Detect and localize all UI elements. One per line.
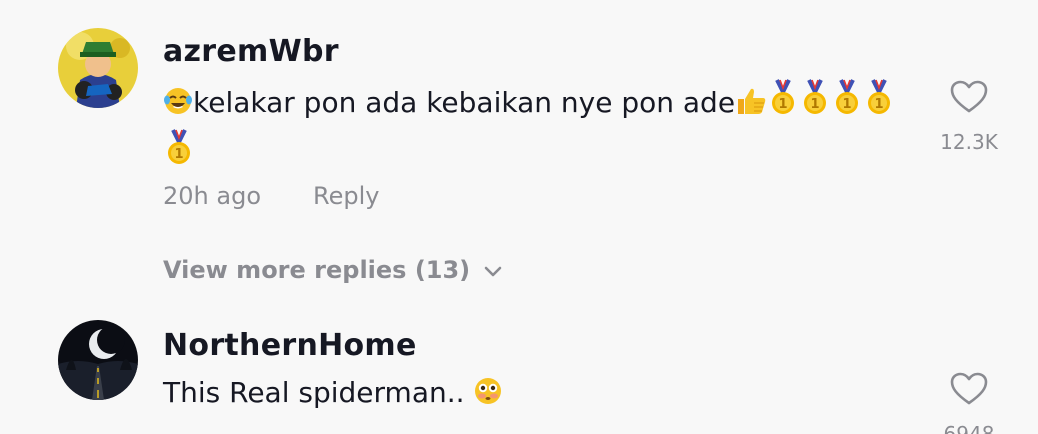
comment-text: This Real spiderman.. (163, 372, 923, 418)
svg-text:1: 1 (843, 97, 852, 112)
comment-text: kelakar pon ada kebaikan nye pon ade 1 1… (163, 78, 923, 178)
comments-page: azremWbr kelakar pon ada kebaikan nye po… (0, 0, 1038, 434)
comment-meta: 20h ago Reply (163, 182, 379, 210)
like-control[interactable]: 12.3K (934, 80, 1004, 154)
avatar[interactable] (58, 28, 138, 108)
svg-text:1: 1 (779, 97, 788, 112)
like-control[interactable]: 6948 (934, 372, 1004, 434)
chevron-down-icon (484, 256, 502, 284)
comment-item: NorthernHome This Real spiderman.. 6948 (0, 318, 1038, 434)
comment-item: azremWbr kelakar pon ada kebaikan nye po… (0, 0, 1038, 284)
avatar[interactable] (58, 320, 138, 400)
first-place-medal-emoji: 1 (799, 78, 831, 128)
heart-outline-icon[interactable] (934, 372, 1004, 410)
first-place-medal-emoji: 1 (163, 128, 195, 178)
username[interactable]: NorthernHome (163, 328, 417, 363)
timestamp: 20h ago (163, 182, 262, 210)
first-place-medal-emoji: 1 (863, 78, 895, 128)
heart-outline-icon[interactable] (934, 80, 1004, 118)
tears-of-joy-emoji (163, 86, 193, 128)
svg-text:1: 1 (811, 97, 820, 112)
thumbs-up-emoji (735, 86, 767, 128)
view-more-replies-button[interactable]: View more replies (13) (163, 256, 502, 284)
flushed-face-emoji (473, 376, 503, 418)
reply-button[interactable]: Reply (313, 182, 379, 210)
svg-text:1: 1 (174, 147, 183, 162)
first-place-medal-emoji: 1 (767, 78, 799, 128)
comment-text-body: This Real spiderman.. (163, 376, 474, 409)
svg-text:1: 1 (875, 97, 884, 112)
username[interactable]: azremWbr (163, 34, 339, 69)
view-more-replies-label: View more replies (13) (163, 256, 471, 284)
like-count: 6948 (943, 422, 995, 434)
comment-text-body: kelakar pon ada kebaikan nye pon ade (193, 86, 736, 119)
first-place-medal-emoji: 1 (831, 78, 863, 128)
like-count: 12.3K (940, 130, 998, 154)
